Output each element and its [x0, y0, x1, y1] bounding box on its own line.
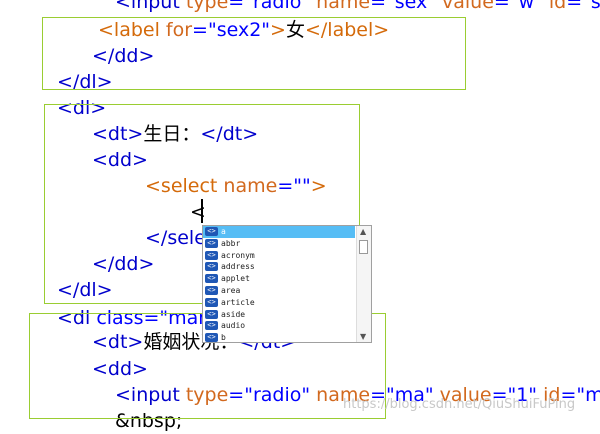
autocomplete-item[interactable]: <> applet	[203, 273, 371, 285]
code-token: &nbsp;	[115, 410, 183, 432]
code-line[interactable]: <dt>生日：</dt>	[92, 121, 258, 147]
code-token: name	[310, 0, 371, 13]
code-token: <	[115, 0, 131, 13]
code-token: </dt>	[200, 123, 259, 145]
scroll-thumb[interactable]	[359, 240, 368, 254]
autocomplete-item-label: area	[221, 285, 241, 295]
code-token: </dl>	[57, 279, 113, 301]
code-token: </dd>	[92, 253, 155, 275]
tag-icon: <>	[205, 285, 218, 295]
scroll-down-icon[interactable]: ▼	[360, 332, 366, 341]
autocomplete-item[interactable]: <> article	[203, 297, 371, 309]
autocomplete-item-label: a	[221, 227, 226, 236]
code-line[interactable]: <	[190, 199, 206, 225]
autocomplete-popup[interactable]: <> a <> abbr <> acronym <> address <> applet <> are…	[202, 225, 372, 343]
autocomplete-item[interactable]: <> abbr	[203, 238, 371, 250]
tag-icon: <>	[205, 321, 218, 331]
autocomplete-item-label: aside	[221, 309, 246, 319]
code-line[interactable]: </dl>	[57, 277, 113, 303]
code-token: <label	[98, 19, 166, 41]
code-token: value	[435, 0, 494, 13]
code-token: </dl>	[57, 71, 113, 93]
code-token: 生日：	[143, 123, 201, 145]
code-token: ="sex"	[370, 0, 436, 13]
code-token: </sele	[145, 227, 206, 249]
autocomplete-scrollbar[interactable]: ▲ ▼	[356, 226, 371, 342]
code-line[interactable]: <dd>	[92, 356, 148, 382]
code-token: <dd>	[92, 358, 148, 380]
tag-icon: <>	[205, 333, 218, 342]
autocomplete-item-label: article	[221, 297, 255, 307]
autocomplete-item-label: acronym	[221, 250, 255, 260]
autocomplete-item[interactable]: <> b	[203, 332, 371, 343]
code-line[interactable]: <dl>	[57, 95, 106, 121]
code-token: <input	[115, 384, 186, 406]
code-line[interactable]: </dd>	[92, 43, 154, 69]
autocomplete-item[interactable]: <> audio	[203, 320, 371, 332]
code-token: =""	[277, 175, 311, 197]
code-line[interactable]: <label for="sex2">女</label>	[98, 17, 389, 43]
code-token: ="radio"	[228, 0, 311, 13]
autocomplete-item[interactable]: <> a	[203, 226, 355, 238]
code-token: id	[542, 0, 567, 13]
code-token: </dd>	[92, 45, 155, 67]
scroll-up-icon[interactable]: ▲	[360, 227, 366, 236]
autocomplete-list[interactable]: <> a <> abbr <> acronym <> address <> applet <> are…	[203, 226, 371, 343]
text-cursor	[201, 199, 203, 223]
autocomplete-item[interactable]: <> area	[203, 285, 371, 297]
autocomplete-item-label: audio	[221, 321, 246, 331]
code-token: >	[270, 19, 286, 41]
tag-icon: <>	[205, 274, 218, 284]
code-token: type	[185, 384, 229, 406]
tag-icon: <>	[205, 227, 218, 236]
code-token: for	[165, 19, 193, 41]
tag-icon: <>	[205, 262, 218, 272]
code-line[interactable]: <dd>	[92, 147, 148, 173]
code-token: <dt>	[92, 123, 144, 145]
code-token: input	[130, 0, 186, 13]
code-token: <dd>	[92, 149, 148, 171]
code-line[interactable]: </dd>	[92, 251, 154, 277]
autocomplete-item[interactable]: <> address	[203, 261, 371, 273]
code-line[interactable]: &nbsp;	[115, 408, 182, 434]
tag-icon: <>	[205, 250, 218, 260]
tag-icon: <>	[205, 238, 218, 248]
tag-icon: <>	[205, 297, 218, 307]
code-token: <dl	[57, 307, 97, 329]
code-line[interactable]: </sele	[145, 225, 206, 251]
code-token: <	[190, 201, 206, 223]
code-token: 女	[285, 19, 305, 41]
autocomplete-item-label: abbr	[221, 238, 241, 248]
code-line[interactable]: <select name="">	[145, 173, 327, 199]
code-line[interactable]: <input type="radio" name="sex" value="w"…	[115, 0, 600, 15]
autocomplete-item[interactable]: <> aside	[203, 309, 371, 321]
code-line[interactable]: <dl class="marr	[57, 305, 214, 331]
code-token: >	[310, 175, 327, 197]
code-token: class="marr	[96, 307, 214, 329]
code-line[interactable]: </dl>	[57, 69, 113, 95]
code-token: <dl>	[57, 97, 107, 119]
code-token: ="se	[566, 0, 600, 13]
code-token: </label>	[304, 19, 390, 41]
code-token: <select	[145, 175, 224, 197]
autocomplete-item-label: applet	[221, 274, 250, 284]
code-token: ="sex2"	[192, 19, 271, 41]
code-token: <dt>	[92, 331, 144, 353]
autocomplete-item[interactable]: <> acronym	[203, 250, 371, 262]
autocomplete-item-label: address	[221, 262, 255, 272]
code-token: type	[185, 0, 229, 13]
tag-icon: <>	[205, 309, 218, 319]
code-token: name	[223, 175, 278, 197]
watermark: https://blog.csdn.net/QiuShuiFuPing	[343, 397, 576, 412]
code-token: ="radio"	[228, 384, 311, 406]
autocomplete-item-label: b	[221, 333, 226, 343]
code-token: ="w"	[493, 0, 543, 13]
